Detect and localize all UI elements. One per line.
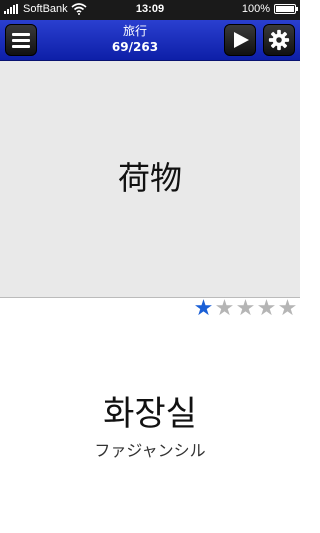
star-icon[interactable]: ★: [214, 298, 235, 320]
answer-reading: ファジャンシル: [94, 441, 206, 460]
app-screen: SoftBank 13:09 100% 旅行 69/263 荷物 ★ ★ ★ ★…: [0, 0, 300, 533]
header-bar: 旅行 69/263: [0, 20, 300, 61]
deck-title: 旅行: [122, 24, 147, 38]
star-rating[interactable]: ★ ★ ★ ★ ★: [193, 298, 298, 320]
menu-button[interactable]: [5, 24, 37, 56]
question-word: 荷物: [117, 159, 182, 197]
play-button[interactable]: [224, 24, 256, 56]
answer-word: 화장실: [103, 394, 197, 434]
status-bar: SoftBank 13:09 100%: [0, 0, 300, 20]
menu-icon: [12, 33, 30, 51]
play-icon: [234, 32, 249, 48]
star-icon[interactable]: ★: [235, 298, 256, 320]
status-right: 100%: [241, 3, 298, 15]
gear-icon: [268, 29, 290, 51]
star-icon[interactable]: ★: [256, 298, 277, 320]
settings-button[interactable]: [263, 24, 295, 56]
question-card[interactable]: 荷物: [0, 61, 300, 297]
battery-percent: 100%: [241, 3, 270, 15]
star-icon[interactable]: ★: [193, 298, 214, 320]
card-counter: 69/263: [111, 40, 159, 54]
battery-icon: [274, 4, 298, 14]
star-icon[interactable]: ★: [277, 298, 298, 320]
